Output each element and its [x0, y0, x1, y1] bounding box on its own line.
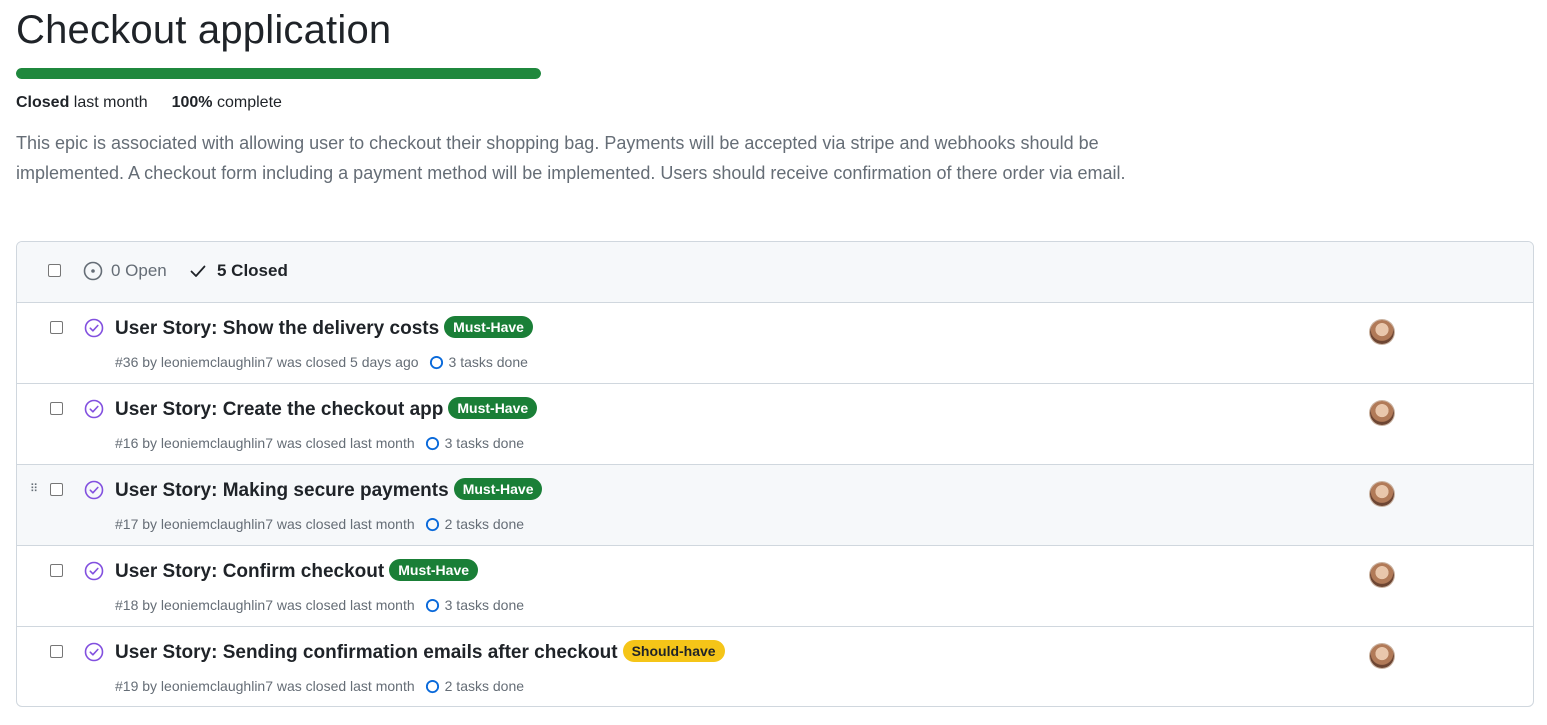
issue-title-link[interactable]: User Story: Making secure payments [115, 480, 449, 502]
task-progress-icon [425, 436, 439, 450]
completion-status: 100% complete [171, 94, 282, 111]
select-all-checkbox[interactable] [48, 264, 61, 277]
issue-meta-text: #36 by leoniemclaughlin7 was closed 5 da… [115, 354, 419, 370]
issue-row[interactable]: User Story: Sending confirmation emails … [17, 627, 1533, 706]
tasks-progress: 3 tasks done [425, 435, 524, 451]
task-progress-icon [425, 598, 439, 612]
issue-open-icon [83, 261, 103, 281]
task-progress-icon [425, 517, 439, 531]
issue-label[interactable]: Must-Have [444, 316, 533, 338]
issue-row[interactable]: User Story: Create the checkout app Must… [17, 384, 1533, 465]
tasks-progress: 2 tasks done [425, 516, 524, 532]
issue-label[interactable]: Should-have [622, 640, 725, 662]
tasks-count: 2 tasks done [444, 516, 525, 532]
issue-meta: #19 by leoniemclaughlin7 was closed last… [115, 678, 524, 694]
issues-list-header: 0 Open 5 Closed [17, 242, 1533, 303]
issue-meta: #16 by leoniemclaughlin7 was closed last… [115, 435, 524, 451]
issue-row[interactable]: User Story: Show the delivery costs Must… [17, 303, 1533, 384]
assignee-avatar[interactable] [1370, 320, 1394, 344]
issue-meta-text: #18 by leoniemclaughlin7 was closed last… [115, 597, 415, 613]
issue-label[interactable]: Must-Have [389, 559, 479, 581]
issue-row[interactable]: User Story: Making secure payments Must-… [17, 465, 1533, 546]
open-filter[interactable]: 0 Open [83, 261, 167, 281]
tasks-count: 2 tasks done [444, 678, 525, 694]
tasks-progress: 3 tasks done [429, 354, 528, 370]
issue-checkbox[interactable] [50, 645, 63, 658]
progress-bar [16, 68, 541, 79]
milestone-description: This epic is associated with allowing us… [16, 133, 1126, 183]
issue-title-link[interactable]: User Story: Show the delivery costs [115, 318, 439, 340]
assignee-avatar[interactable] [1370, 482, 1394, 506]
progress-bar-fill [16, 68, 541, 79]
milestone-title: Checkout application [16, 8, 392, 52]
issue-meta-text: #17 by leoniemclaughlin7 was closed last… [115, 516, 415, 532]
issue-checkbox[interactable] [50, 321, 63, 334]
task-progress-icon [425, 679, 439, 693]
issue-row[interactable]: User Story: Confirm checkout Must-Have #… [17, 546, 1533, 627]
check-icon [190, 265, 206, 277]
issue-checkbox[interactable] [50, 483, 63, 496]
closed-status: Closed last month [16, 94, 148, 111]
tasks-progress: 3 tasks done [425, 597, 524, 613]
issue-title-link[interactable]: User Story: Create the checkout app [115, 399, 443, 421]
closed-filter[interactable]: 5 Closed [189, 261, 288, 281]
closed-filter-label: 5 Closed [217, 261, 288, 280]
issue-closed-icon [84, 480, 104, 500]
issue-closed-icon [84, 561, 104, 581]
tasks-progress: 2 tasks done [425, 678, 524, 694]
issue-closed-icon [84, 399, 104, 419]
milestone-page: Checkout application Closed last month 1… [0, 0, 1547, 725]
drag-handle-icon[interactable]: ⠿ [30, 484, 38, 495]
tasks-count: 3 tasks done [444, 597, 525, 613]
issue-closed-icon [84, 318, 104, 338]
issue-meta: #17 by leoniemclaughlin7 was closed last… [115, 516, 524, 532]
issue-meta-text: #19 by leoniemclaughlin7 was closed last… [115, 678, 415, 694]
issues-list: 0 Open 5 Closed User Story: Show the del… [16, 241, 1534, 707]
issue-closed-icon [84, 642, 104, 662]
tasks-count: 3 tasks done [448, 354, 528, 370]
issue-meta-text: #16 by leoniemclaughlin7 was closed last… [115, 435, 415, 451]
task-progress-icon [429, 355, 443, 369]
tasks-count: 3 tasks done [444, 435, 525, 451]
issue-title-link[interactable]: User Story: Sending confirmation emails … [115, 642, 618, 664]
issue-label[interactable]: Must-Have [448, 397, 538, 419]
issue-meta: #36 by leoniemclaughlin7 was closed 5 da… [115, 354, 528, 370]
open-filter-label: 0 Open [111, 261, 167, 280]
milestone-meta: Closed last month 100% complete [16, 94, 282, 112]
issue-label[interactable]: Must-Have [453, 478, 543, 500]
issue-title-link[interactable]: User Story: Confirm checkout [115, 561, 384, 583]
issue-checkbox[interactable] [50, 564, 63, 577]
issue-meta: #18 by leoniemclaughlin7 was closed last… [115, 597, 524, 613]
assignee-avatar[interactable] [1370, 401, 1394, 425]
issue-checkbox[interactable] [50, 402, 63, 415]
assignee-avatar[interactable] [1370, 563, 1394, 587]
assignee-avatar[interactable] [1370, 644, 1394, 668]
